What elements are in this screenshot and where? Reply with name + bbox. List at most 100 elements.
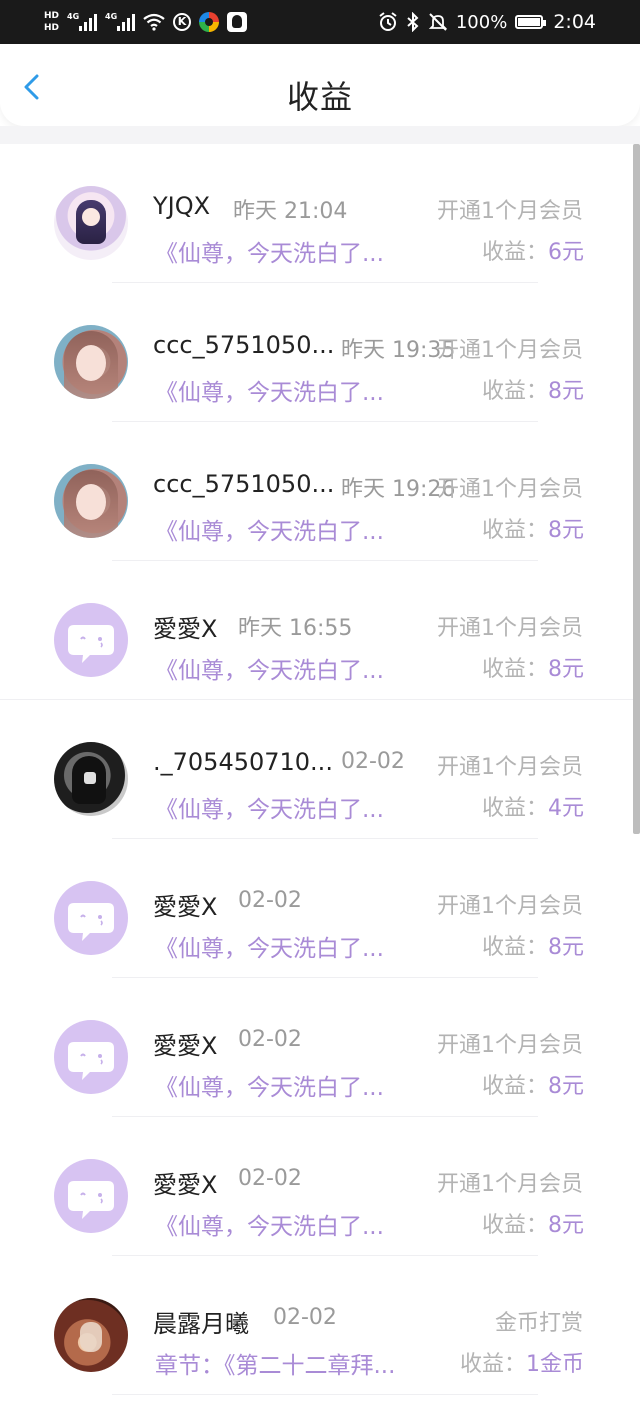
book-title-link[interactable]: 《仙尊，今天洗白了... <box>155 1207 384 1241</box>
book-title-link[interactable]: 《仙尊，今天洗白了... <box>155 1068 384 1102</box>
earning-amount: 收益：8元 <box>482 512 584 544</box>
book-title-link[interactable]: 《仙尊，今天洗白了... <box>155 234 384 268</box>
battery-icon <box>515 15 547 29</box>
chat-bubble-avatar[interactable] <box>54 881 128 955</box>
book-title-link[interactable]: 《仙尊，今天洗白了... <box>155 929 384 963</box>
earning-value: 8元 <box>548 1213 584 1238</box>
earning-type: 开通1个月会员 <box>437 616 583 641</box>
username: ._705450710... <box>153 748 333 776</box>
earning-amount: 收益：8元 <box>482 373 584 405</box>
hd-bottom-label: HD <box>44 23 60 33</box>
earning-type: 开通1个月会员 <box>437 477 583 502</box>
earning-amount: 收益：8元 <box>482 1068 584 1100</box>
earning-type: 开通1个月会员 <box>437 199 583 224</box>
earning-label: 收益： <box>481 935 548 960</box>
timestamp: 02-02 <box>238 1027 302 1052</box>
earnings-row[interactable]: 愛愛X 02-02 开通1个月会员 《仙尊，今天洗白了... 收益：8元 <box>0 1117 640 1256</box>
timestamp: 昨天 16:55 <box>238 616 353 641</box>
timestamp: 02-02 <box>238 1166 302 1191</box>
earning-label: 收益： <box>481 240 548 265</box>
network-type-label-2: 4G <box>105 12 118 21</box>
earning-value: 1金币 <box>526 1352 584 1377</box>
book-title-link[interactable]: 《仙尊，今天洗白了... <box>155 790 384 824</box>
earning-label: 收益： <box>481 657 548 682</box>
earnings-row[interactable]: YJQX 昨天 21:04 开通1个月会员 《仙尊，今天洗白了... 收益：6元 <box>0 144 640 283</box>
alarm-icon <box>379 12 397 31</box>
earnings-list: YJQX 昨天 21:04 开通1个月会员 《仙尊，今天洗白了... 收益：6元… <box>0 144 640 1395</box>
earning-value: 4元 <box>548 796 584 821</box>
hd-indicator: HD HD <box>44 11 59 33</box>
earning-value: 8元 <box>548 379 584 404</box>
username: 愛愛X <box>153 893 218 921</box>
earnings-row[interactable]: ccc_5751050... 昨天 19:26 开通1个月会员 《仙尊，今天洗白… <box>0 422 640 561</box>
earning-type: 开通1个月会员 <box>437 894 583 919</box>
portrait-girl-avatar[interactable] <box>54 464 128 538</box>
wifi-icon <box>143 13 165 31</box>
mute-bell-icon <box>428 13 448 31</box>
username: 愛愛X <box>153 615 218 643</box>
anime-girl-avatar[interactable] <box>54 186 128 260</box>
app-header: 收益 <box>0 44 640 126</box>
timestamp: 02-02 <box>273 1305 337 1330</box>
earning-value: 8元 <box>548 657 584 682</box>
chat-bubble-avatar[interactable] <box>54 603 128 677</box>
earning-label: 收益： <box>481 379 548 404</box>
row-divider <box>112 1394 538 1395</box>
timestamp: 02-02 <box>238 888 302 913</box>
chat-bubble-icon <box>68 903 114 941</box>
battery-percent: 100% <box>455 11 508 33</box>
earnings-row[interactable]: 愛愛X 昨天 16:55 开通1个月会员 《仙尊，今天洗白了... 收益：8元 <box>0 561 640 700</box>
earning-value: 6元 <box>548 240 584 265</box>
chat-bubble-avatar[interactable] <box>54 1020 128 1094</box>
network-type-label: 4G <box>67 12 80 21</box>
earning-label: 收益： <box>481 796 548 821</box>
earning-amount: 收益：8元 <box>482 929 584 961</box>
book-title-link[interactable]: 《仙尊，今天洗白了... <box>155 512 384 546</box>
earning-amount: 收益：8元 <box>482 1207 584 1239</box>
book-title-link[interactable]: 《仙尊，今天洗白了... <box>155 651 384 685</box>
earning-label: 收益： <box>481 518 548 543</box>
earning-amount: 收益：4元 <box>482 790 584 822</box>
username: ccc_5751050... <box>153 331 335 359</box>
signal-icon: 4G <box>67 12 98 31</box>
pinwheel-app-icon <box>199 12 220 32</box>
earning-amount: 收益：1金币 <box>460 1346 584 1378</box>
status-bar-right: 100% 2:04 <box>378 8 596 36</box>
portrait-girl-avatar[interactable] <box>54 325 128 399</box>
qq-penguin-icon <box>227 12 248 32</box>
bluetooth-icon <box>407 12 419 32</box>
username: 愛愛X <box>153 1171 218 1199</box>
book-title-link[interactable]: 《仙尊，今天洗白了... <box>155 373 384 407</box>
earnings-row[interactable]: 晨露月曦 02-02 金币打赏 章节：《第二十二章拜... 收益：1金币 <box>0 1256 640 1395</box>
earnings-row[interactable]: ._705450710... 02-02 开通1个月会员 《仙尊，今天洗白了..… <box>0 700 640 839</box>
earning-amount: 收益：8元 <box>482 651 584 683</box>
earning-value: 8元 <box>548 935 584 960</box>
header-gap <box>0 126 640 144</box>
timestamp: 02-02 <box>341 749 405 774</box>
earning-label: 收益： <box>459 1352 526 1377</box>
k-app-icon: K <box>173 13 192 31</box>
page-title: 收益 <box>286 78 353 116</box>
earning-value: 8元 <box>548 518 584 543</box>
username: 愛愛X <box>153 1032 218 1060</box>
scrollbar[interactable] <box>633 144 640 834</box>
chapter-title-link[interactable]: 章节：《第二十二章拜... <box>155 1346 395 1380</box>
clock: 2:04 <box>553 11 596 33</box>
earnings-row[interactable]: ccc_5751050... 昨天 19:35 开通1个月会员 《仙尊，今天洗白… <box>0 283 640 422</box>
earnings-row[interactable]: 愛愛X 02-02 开通1个月会员 《仙尊，今天洗白了... 收益：8元 <box>0 978 640 1117</box>
earning-type: 开通1个月会员 <box>437 1033 583 1058</box>
earning-amount: 收益：6元 <box>482 234 584 266</box>
status-bar-left: HD HD 4G 4G K <box>44 8 248 36</box>
earnings-row[interactable]: 愛愛X 02-02 开通1个月会员 《仙尊，今天洗白了... 收益：8元 <box>0 839 640 978</box>
photo-avatar[interactable] <box>54 742 128 816</box>
hd-top-label: HD <box>44 11 60 21</box>
username: YJQX <box>153 192 211 220</box>
artwork-avatar[interactable] <box>54 1298 128 1372</box>
chat-bubble-icon <box>68 625 114 663</box>
earning-type: 开通1个月会员 <box>437 1172 583 1197</box>
earning-label: 收益： <box>481 1074 548 1099</box>
chat-bubble-avatar[interactable] <box>54 1159 128 1233</box>
earning-type: 金币打赏 <box>494 1311 583 1336</box>
earning-value: 8元 <box>548 1074 584 1099</box>
status-bar: HD HD 4G 4G K 100% 2:04 <box>0 0 640 44</box>
